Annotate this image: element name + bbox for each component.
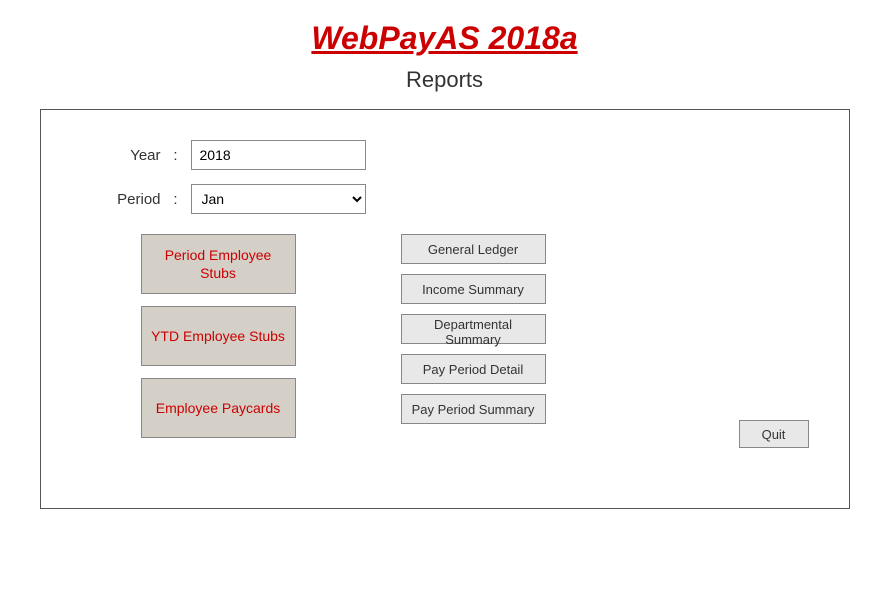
- year-input[interactable]: [191, 140, 366, 170]
- period-select[interactable]: Jan Feb Mar Apr May Jun Jul Aug Sep Oct …: [191, 184, 366, 214]
- employee-paycards-button[interactable]: Employee Paycards: [141, 378, 296, 438]
- pay-period-summary-button[interactable]: Pay Period Summary: [401, 394, 546, 424]
- year-colon: :: [161, 147, 191, 164]
- year-row: Year :: [81, 140, 809, 170]
- ytd-employee-stubs-button[interactable]: YTD Employee Stubs: [141, 306, 296, 366]
- buttons-section: Period Employee Stubs YTD Employee Stubs…: [81, 234, 809, 438]
- period-employee-stubs-button[interactable]: Period Employee Stubs: [141, 234, 296, 294]
- quit-button[interactable]: Quit: [739, 420, 809, 448]
- period-row: Period : Jan Feb Mar Apr May Jun Jul Aug…: [81, 184, 809, 214]
- page-title: Reports: [406, 67, 483, 93]
- app-title: WebPayAS 2018a: [311, 20, 577, 57]
- left-buttons-group: Period Employee Stubs YTD Employee Stubs…: [141, 234, 341, 438]
- main-panel: Year : Period : Jan Feb Mar Apr May Jun …: [40, 109, 850, 509]
- pay-period-detail-button[interactable]: Pay Period Detail: [401, 354, 546, 384]
- period-colon: :: [161, 191, 191, 208]
- income-summary-button[interactable]: Income Summary: [401, 274, 546, 304]
- period-label: Period: [81, 191, 161, 208]
- right-buttons-group: General Ledger Income Summary Department…: [401, 234, 551, 438]
- general-ledger-button[interactable]: General Ledger: [401, 234, 546, 264]
- departmental-summary-button[interactable]: Departmental Summary: [401, 314, 546, 344]
- year-label: Year: [81, 147, 161, 164]
